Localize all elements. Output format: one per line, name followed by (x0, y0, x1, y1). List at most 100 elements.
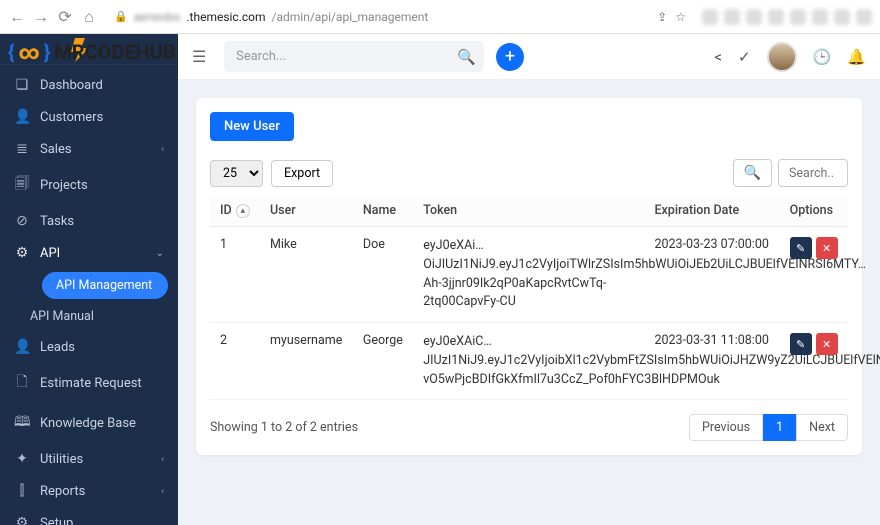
sidebar-item-setup[interactable]: ⚙Setup (0, 507, 178, 525)
sidebar-item-utilities[interactable]: ✦Utilities‹ (0, 443, 178, 475)
check-icon: ⊘ (14, 213, 30, 229)
table-search-input[interactable] (778, 159, 848, 187)
stats-icon: ≣ (14, 141, 30, 157)
sidebar-item-label: Utilities (40, 452, 83, 467)
cell-exp: 2023-03-23 07:00:00 (644, 227, 779, 323)
url-path: /admin/api/api_management (272, 10, 429, 24)
page-size-select[interactable]: 25 (210, 160, 263, 187)
cell-name: Doe (353, 227, 413, 323)
page-body: New User 25 Export 🔍 ID▴ Us (178, 80, 880, 525)
copy-icon: 🗐 (14, 173, 30, 197)
search-input[interactable] (224, 41, 484, 72)
extension-icon[interactable] (790, 9, 806, 25)
extension-icon[interactable] (768, 9, 784, 25)
page-number-button[interactable]: 1 (763, 414, 796, 441)
col-id[interactable]: ID▴ (210, 195, 260, 227)
extension-icon[interactable] (702, 9, 718, 25)
bell-icon[interactable]: 🔔 (847, 48, 866, 66)
speed-icon: ❏ (14, 77, 30, 93)
cell-name: George (353, 323, 413, 400)
sidebar-item-tasks[interactable]: ⊘Tasks (0, 205, 178, 237)
sidebar-item-reports[interactable]: ⫿Reports‹ (0, 475, 178, 507)
share-url-icon[interactable]: ⇪ (657, 10, 667, 24)
new-user-button[interactable]: New User (210, 112, 294, 141)
extensions-row (702, 9, 872, 25)
sidebar-item-api[interactable]: ⚙API⌄ (0, 237, 178, 269)
sidebar-item-label: Dashboard (40, 78, 103, 93)
sidebar-item-projects[interactable]: 🗐Projects (0, 165, 178, 205)
url-bar[interactable]: 🔒 aerieobo .themesic.com /admin/api/api_… (104, 8, 696, 26)
col-user[interactable]: User (260, 195, 353, 227)
sort-asc-icon: ▴ (236, 204, 250, 218)
col-exp[interactable]: Expiration Date (644, 195, 779, 227)
api-card: New User 25 Export 🔍 ID▴ Us (196, 98, 862, 455)
table-controls: 25 Export 🔍 (210, 159, 848, 187)
sidebar-item-estimate-request[interactable]: 🗋 Estimate Request (0, 363, 178, 403)
check-icon[interactable]: ✓ (738, 48, 751, 66)
export-button[interactable]: Export (271, 160, 333, 187)
sidebar-item-label: Setup (40, 516, 73, 525)
sidebar-item-sales[interactable]: ≣ Sales ‹ (0, 133, 178, 165)
next-button[interactable]: Next (796, 414, 848, 441)
topbar: ☰ 🔍 + < ✓ 🕒 🔔 (178, 34, 880, 80)
user-icon: 👤 (14, 339, 30, 355)
submenu-api-management[interactable]: API Management (42, 272, 168, 299)
submenu-api-manual[interactable]: API Manual (16, 302, 178, 331)
lock-icon: 🔒 (114, 10, 128, 23)
reload-icon[interactable]: ⟳ (56, 8, 74, 26)
cell-token: eyJ0eXAiC…JIUzI1NiJ9.eyJ1c2VyIjoibXl1c2V… (413, 323, 644, 400)
extension-icon[interactable] (746, 9, 762, 25)
api-table: ID▴ User Name Token Expiration Date Opti… (210, 195, 848, 400)
url-host-blur: aerieobo (134, 10, 181, 24)
clock-icon[interactable]: 🕒 (813, 48, 832, 66)
sidebar-item-label: Knowledge Base (40, 416, 136, 431)
cell-id: 1 (210, 227, 260, 323)
chart-icon: ⫿ (14, 483, 30, 499)
add-button[interactable]: + (496, 43, 524, 71)
cell-user: myusername (260, 323, 353, 400)
sidebar-item-label: Estimate Request (40, 376, 142, 391)
extension-icon[interactable] (856, 9, 872, 25)
col-token[interactable]: Token (413, 195, 644, 227)
sidebar-item-label: Leads (40, 340, 75, 355)
search-icon[interactable]: 🔍 (457, 48, 476, 66)
doc-icon: 🗋 (14, 371, 30, 395)
tools-icon: ✦ (14, 451, 30, 467)
person-icon: 👤 (14, 109, 30, 125)
sidebar-item-leads[interactable]: 👤 Leads (0, 331, 178, 363)
sidebar-item-label: Customers (40, 110, 103, 125)
book-icon: 🕮 (14, 411, 30, 435)
col-name[interactable]: Name (353, 195, 413, 227)
share-icon[interactable]: < (714, 48, 722, 66)
extension-icon[interactable] (812, 9, 828, 25)
edit-button[interactable]: ✎ (790, 333, 812, 355)
back-icon[interactable]: ← (8, 8, 26, 26)
extension-icon[interactable] (834, 9, 850, 25)
sidebar-item-knowledge-base[interactable]: 🕮 Knowledge Base (0, 403, 178, 443)
url-host: .themesic.com (186, 10, 265, 24)
menu-toggle-icon[interactable]: ☰ (192, 47, 212, 66)
topbar-right: < ✓ 🕒 🔔 (714, 42, 866, 72)
delete-button[interactable]: ✕ (816, 333, 838, 355)
table-row: 2 myusername George eyJ0eXAiC…JIUzI1NiJ9… (210, 323, 848, 400)
showing-text: Showing 1 to 2 of 2 entries (210, 420, 358, 435)
content-area: ☰ 🔍 + < ✓ 🕒 🔔 New User 25 (178, 34, 880, 525)
table-search-icon[interactable]: 🔍 (733, 159, 772, 187)
edit-button[interactable]: ✎ (790, 237, 812, 259)
delete-button[interactable]: ✕ (816, 237, 838, 259)
cell-user: Mike (260, 227, 353, 323)
sidebar-item-label: Sales (40, 142, 72, 157)
sidebar-item-dashboard[interactable]: ❏ Dashboard (0, 69, 178, 101)
forward-icon[interactable]: → (32, 8, 50, 26)
chevron-right-icon: ‹ (161, 144, 164, 155)
cell-options: ✎✕ (780, 227, 848, 323)
avatar[interactable] (767, 42, 797, 72)
col-options: Options (780, 195, 848, 227)
extension-icon[interactable] (724, 9, 740, 25)
cell-id: 2 (210, 323, 260, 400)
sidebar-item-customers[interactable]: 👤 Customers (0, 101, 178, 133)
prev-button[interactable]: Previous (689, 414, 763, 441)
home-icon[interactable]: ⌂ (80, 8, 98, 26)
sidebar: ❏ Dashboard 👤 Customers ≣ Sales ‹ 🗐Projects⊘Tas… (0, 34, 178, 525)
star-icon[interactable]: ☆ (675, 10, 686, 24)
